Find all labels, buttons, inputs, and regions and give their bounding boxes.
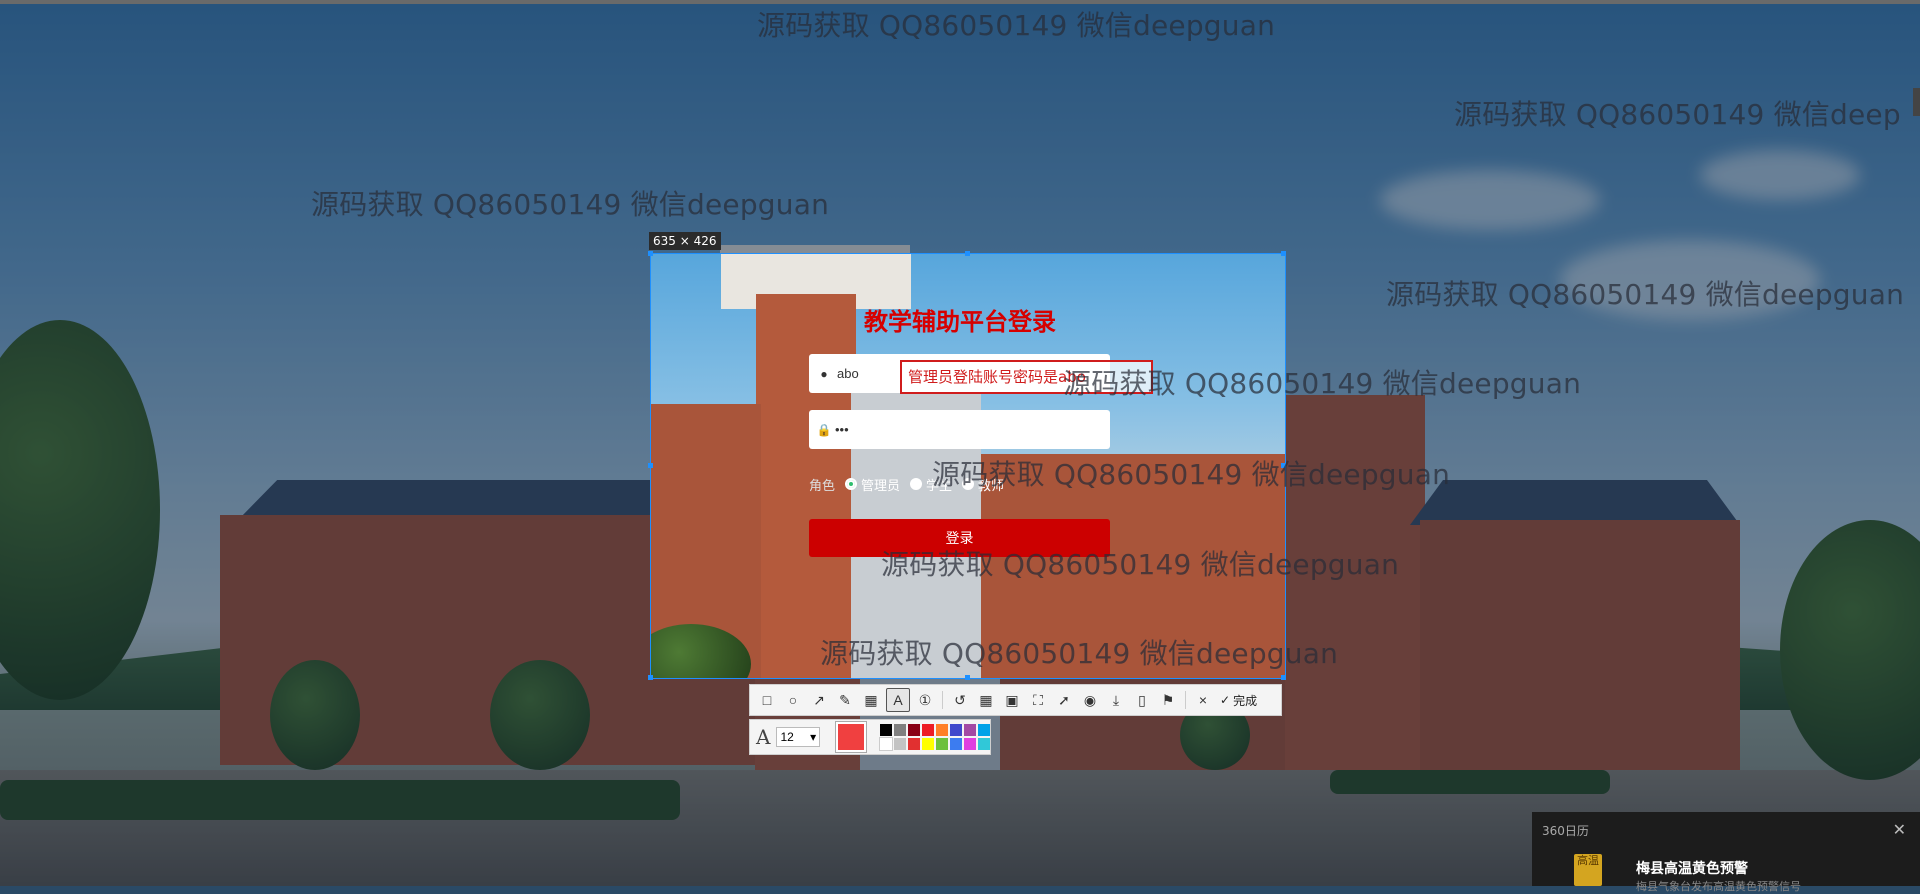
phone-icon[interactable]: ▯ (1131, 689, 1153, 711)
color-swatch[interactable] (964, 738, 976, 750)
color-swatch[interactable] (908, 738, 920, 750)
radio-dot-icon (845, 478, 858, 490)
watermark: 源码获取 QQ86050149 微信deepguan (820, 637, 1339, 670)
resize-handle-ne[interactable] (1281, 251, 1286, 256)
chevron-down-icon: ▾ (810, 730, 817, 744)
watermark: 源码获取 QQ86050149 微信deepguan (311, 188, 830, 221)
selection-size-label: 635 × 426 (649, 232, 721, 250)
font-size-select[interactable]: 12 ▾ (776, 727, 821, 747)
bookmark-icon[interactable]: ⚑ (1157, 689, 1179, 711)
text-style-bar: A 12 ▾ (749, 719, 991, 755)
radio-dot-icon (910, 478, 923, 490)
color-swatch[interactable] (879, 737, 893, 751)
watermark: 源码获取 QQ86050149 微信deepguan (757, 9, 1276, 42)
resize-handle-w[interactable] (648, 463, 653, 468)
done-label: 完成 (1233, 693, 1258, 708)
check-icon: ✓ (1220, 693, 1231, 707)
login-title: 教学辅助平台登录 (864, 308, 1056, 336)
password-field[interactable]: 🔒 ••• (809, 410, 1110, 449)
toolbar-divider (1185, 691, 1186, 709)
screenshot-toolbar: □ ○ ↗ ✎ ▦ A ① ↺ ▦ ▣ ⛶ ➚ ◉ ⤓ ▯ ⚑ × ✓ 完成 (749, 684, 1282, 716)
close-icon[interactable]: ✕ (1893, 820, 1906, 839)
watermark: 源码获取 QQ86050149 微信deepguan (1063, 367, 1582, 400)
color-swatch[interactable] (922, 738, 934, 750)
record-icon[interactable]: ◉ (1079, 689, 1101, 711)
color-swatch[interactable] (950, 724, 962, 736)
heat-warning-icon: 高温 (1574, 854, 1602, 886)
current-color-swatch[interactable] (835, 721, 867, 753)
cancel-button[interactable]: × (1192, 689, 1214, 711)
color-swatch[interactable] (964, 724, 976, 736)
color-swatch[interactable] (936, 738, 948, 750)
color-palette (879, 724, 990, 751)
color-swatch[interactable] (894, 724, 906, 736)
pen-icon[interactable]: ✎ (834, 689, 856, 711)
download-icon[interactable]: ⤓ (1105, 689, 1127, 711)
arrow-icon[interactable]: ↗ (808, 689, 830, 711)
ellipse-icon[interactable]: ○ (782, 689, 804, 711)
resize-handle-sw[interactable] (648, 675, 653, 680)
text-icon[interactable]: A (886, 688, 910, 712)
edge-tab[interactable] (1913, 88, 1920, 116)
role-option-label: 管理员 (861, 478, 901, 494)
rectangle-icon[interactable]: □ (756, 689, 778, 711)
role-radio-admin[interactable]: 管理员 (845, 475, 900, 494)
color-swatch[interactable] (894, 738, 906, 750)
watermark: 源码获取 QQ86050149 微信deepguan (1386, 278, 1905, 311)
watermark: 源码获取 QQ86050149 微信deepguan (881, 548, 1400, 581)
notification-title: 梅县高温黄色预警 (1636, 861, 1748, 877)
color-swatch[interactable] (908, 724, 920, 736)
done-button[interactable]: ✓ 完成 (1220, 692, 1257, 709)
watermark: 源码获取 QQ86050149 微信deepguan (932, 458, 1451, 491)
password-input[interactable]: ••• (835, 422, 849, 437)
calendar-notification[interactable]: 360日历 ✕ 高温 梅县高温黄色预警 梅县气象台发布高温黄色预警信号 (1532, 812, 1920, 893)
color-swatch[interactable] (922, 724, 934, 736)
pin-icon[interactable]: ➚ (1053, 689, 1075, 711)
color-swatch[interactable] (978, 724, 990, 736)
translate-icon[interactable]: ▣ (1001, 689, 1023, 711)
undo-icon[interactable]: ↺ (949, 689, 971, 711)
font-icon: A (756, 725, 771, 749)
resize-handle-n[interactable] (965, 251, 970, 256)
user-icon: ● (820, 366, 828, 381)
lock-icon: 🔒 (816, 422, 832, 437)
notification-app-name: 360日历 (1542, 824, 1589, 838)
resize-handle-s[interactable] (965, 675, 970, 680)
color-swatch[interactable] (880, 724, 892, 736)
ocr-icon[interactable]: ▦ (975, 689, 997, 711)
color-swatch[interactable] (936, 724, 948, 736)
color-swatch[interactable] (978, 738, 990, 750)
notification-subtitle: 梅县气象台发布高温黄色预警信号 (1636, 880, 1801, 893)
number-icon[interactable]: ① (914, 689, 936, 711)
watermark: 源码获取 QQ86050149 微信deep (1454, 98, 1901, 131)
role-label: 角色 (809, 478, 836, 494)
scroll-capture-icon[interactable]: ⛶ (1027, 689, 1049, 711)
resize-handle-se[interactable] (1281, 675, 1286, 680)
toolbar-divider (942, 691, 943, 709)
resize-handle-nw[interactable] (648, 251, 653, 256)
color-swatch[interactable] (950, 738, 962, 750)
mosaic-icon[interactable]: ▦ (860, 689, 882, 711)
font-size-value: 12 (780, 730, 794, 744)
